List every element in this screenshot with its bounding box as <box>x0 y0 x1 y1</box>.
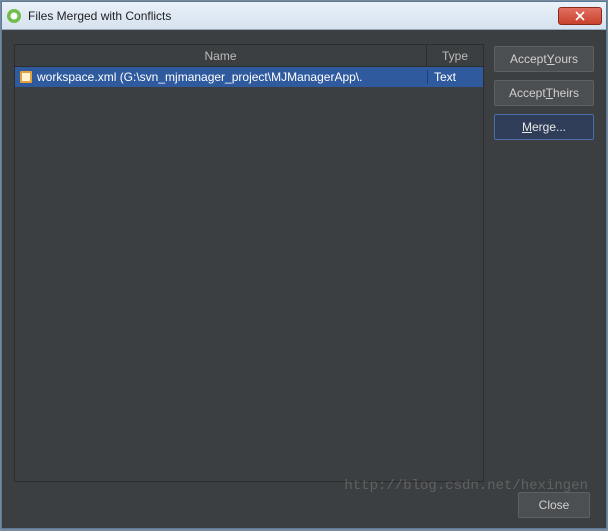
column-header-name[interactable]: Name <box>15 45 427 66</box>
label-part: heirs <box>553 86 579 100</box>
close-icon <box>574 11 586 21</box>
label-part: Accept <box>509 86 546 100</box>
label-mnemonic: Y <box>547 52 555 66</box>
list-header: Name Type <box>15 45 483 67</box>
xml-file-icon <box>19 70 33 84</box>
label-part: Accept <box>510 52 547 66</box>
close-button[interactable]: Close <box>518 492 590 518</box>
side-buttons: Accept Yours Accept Theirs Merge... <box>494 44 594 482</box>
merge-button[interactable]: Merge... <box>494 114 594 140</box>
footer: Close <box>14 492 594 518</box>
label-part: ours <box>555 52 578 66</box>
label-mnemonic: T <box>546 86 553 100</box>
dialog-window: Files Merged with Conflicts Name Type <box>1 1 607 529</box>
table-row[interactable]: workspace.xml (G:\svn_mjmanager_project\… <box>15 67 483 87</box>
cell-name: workspace.xml (G:\svn_mjmanager_project\… <box>37 70 427 84</box>
window-close-button[interactable] <box>558 7 602 25</box>
cell-type: Text <box>427 70 483 84</box>
main-row: Name Type workspace.xml (G:\svn_mjmanage… <box>14 44 594 482</box>
list-body[interactable]: workspace.xml (G:\svn_mjmanager_project\… <box>15 67 483 481</box>
window-title: Files Merged with Conflicts <box>28 9 558 23</box>
file-list-panel: Name Type workspace.xml (G:\svn_mjmanage… <box>14 44 484 482</box>
accept-theirs-button[interactable]: Accept Theirs <box>494 80 594 106</box>
app-icon <box>6 8 22 24</box>
label-mnemonic: M <box>522 120 532 134</box>
content-area: Name Type workspace.xml (G:\svn_mjmanage… <box>2 30 606 528</box>
titlebar: Files Merged with Conflicts <box>2 2 606 30</box>
label-part: erge... <box>532 120 566 134</box>
column-header-type[interactable]: Type <box>427 45 483 66</box>
accept-yours-button[interactable]: Accept Yours <box>494 46 594 72</box>
